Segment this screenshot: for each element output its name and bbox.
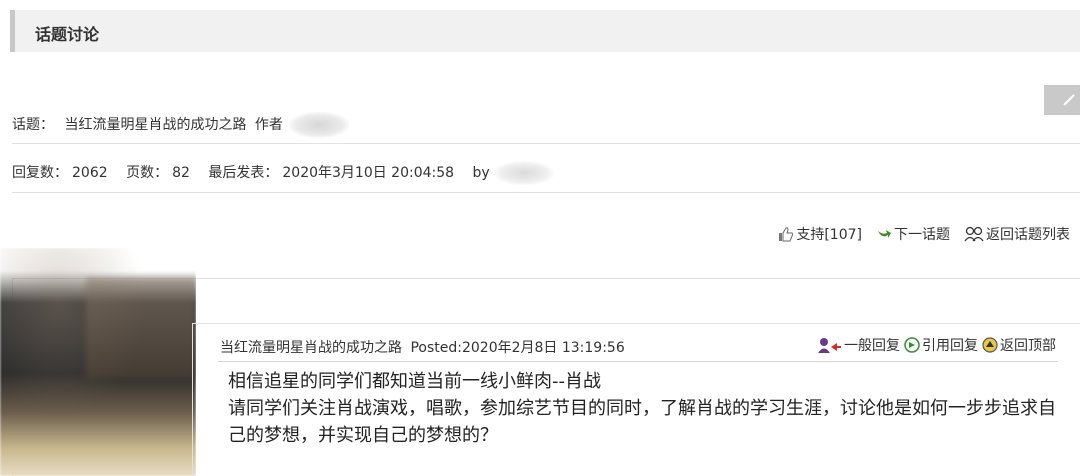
back-to-list-label: 返回话题列表 <box>986 227 1070 243</box>
back-to-top-button[interactable]: 返回顶部 <box>982 335 1056 355</box>
topic-label: 话题： <box>12 117 54 133</box>
reply-label: 一般回复 <box>844 338 900 354</box>
topic-actions: 支持[107] 下一话题 返回话题列表 <box>778 224 1070 244</box>
pages-label: 页数： <box>126 165 169 181</box>
divider-1 <box>12 143 1080 144</box>
divider-2 <box>12 192 1080 193</box>
by-label: by <box>472 165 490 181</box>
topic-title: 当红流量明星肖战的成功之路 <box>64 117 247 133</box>
topic-stats: 回复数： 2062 页数： 82 最后发表： 2020年3月10日 20:04:58 … <box>12 161 564 185</box>
section-title: 话题讨论 <box>35 25 100 44</box>
quote-reply-label: 引用回复 <box>922 338 978 354</box>
avatar-image-overlay <box>86 278 196 378</box>
back-to-top-label: 返回顶部 <box>1000 338 1056 354</box>
section-header: 话题讨论 <box>10 10 1080 52</box>
last-post-label: 最后发表： <box>208 165 279 181</box>
author-label: 作者 <box>254 117 283 133</box>
next-topic-link[interactable]: 下一话题 <box>876 224 950 244</box>
avatar[interactable] <box>0 248 196 476</box>
next-topic-label: 下一话题 <box>894 227 950 243</box>
side-edit-tab[interactable] <box>1044 85 1080 115</box>
edit-pencil-icon <box>1063 94 1075 106</box>
post-body-line-1: 相信追星的同学们都知道当前一线小鲜肉--肖战 <box>228 371 601 392</box>
post-divider <box>218 361 1058 362</box>
posted-label: Posted: <box>410 340 462 356</box>
post-meta: 当红流量明星肖战的成功之路 Posted:2020年2月8日 13:19:56 <box>220 337 625 357</box>
post-body: 相信追星的同学们都知道当前一线小鲜肉--肖战 请同学们关注肖战演戏，唱歌，参加综… <box>228 368 1058 449</box>
replies-count: 2062 <box>72 165 108 181</box>
topic-line: 话题： 当红流量明星肖战的成功之路 作者 <box>12 112 350 138</box>
arrow-right-icon <box>878 230 891 238</box>
pages-count: 82 <box>172 165 190 181</box>
user-reply-icon <box>818 338 841 353</box>
support-label: 支持[107] <box>796 227 862 243</box>
last-post-time: 2020年3月10日 20:04:58 <box>282 165 455 181</box>
author-name-blurred <box>289 112 350 138</box>
users-icon <box>964 226 984 242</box>
back-to-list-link[interactable]: 返回话题列表 <box>964 224 1070 244</box>
quote-reply-button[interactable]: 引用回复 <box>904 335 978 355</box>
quote-arrow-icon <box>904 337 920 353</box>
posted-time: 2020年2月8日 13:19:56 <box>461 340 625 356</box>
thumbs-up-icon <box>779 227 794 242</box>
post-title: 当红流量明星肖战的成功之路 <box>220 340 402 356</box>
reply-button[interactable]: 一般回复 <box>818 335 900 355</box>
post-actions: 一般回复 引用回复 返回顶部 <box>818 335 1056 355</box>
up-arrow-circle-icon <box>982 337 998 353</box>
post-body-line-2: 请同学们关注肖战演戏，唱歌，参加综艺节目的同时，了解肖战的学习生涯，讨论他是如何… <box>228 398 1056 446</box>
last-poster-blurred <box>494 161 555 185</box>
replies-label: 回复数： <box>12 165 68 181</box>
support-button[interactable]: 支持[107] <box>778 224 862 244</box>
